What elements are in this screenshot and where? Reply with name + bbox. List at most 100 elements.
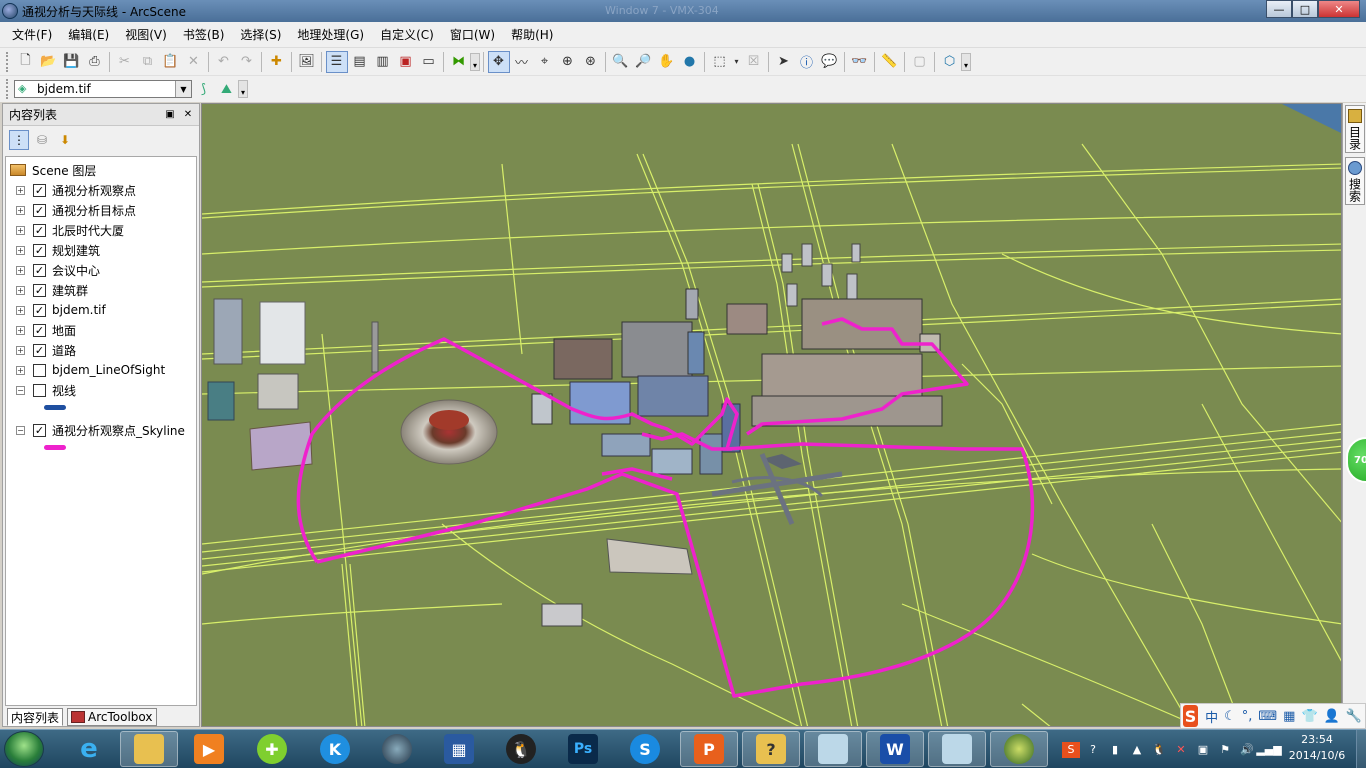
layer-row[interactable]: + ✓ 通视分析目标点 — [6, 200, 136, 220]
arcscene-app-icon[interactable] — [2, 3, 18, 19]
layer-visibility-checkbox[interactable] — [33, 363, 46, 377]
taskbar-kugou[interactable]: K — [306, 731, 364, 767]
layer-visibility-checkbox[interactable]: ✓ — [33, 423, 46, 437]
menu-view[interactable]: 视图(V) — [117, 24, 175, 46]
catalog-window-icon[interactable]: ▤ — [349, 51, 371, 73]
toolbar-overflow-chevron-icon[interactable]: ▾ — [961, 52, 971, 71]
sogou-ime-logo-icon[interactable]: S — [1183, 705, 1199, 727]
start-button[interactable] — [4, 731, 44, 767]
taskbar-media[interactable]: ▶ — [180, 731, 238, 767]
taskbar-app-a[interactable] — [804, 731, 862, 767]
layer-visibility-checkbox[interactable]: ✓ — [33, 323, 46, 337]
volume-icon[interactable]: 🔊 — [1238, 742, 1256, 758]
list-by-drawing-order-icon[interactable]: ⋮ — [9, 130, 29, 150]
menu-edit[interactable]: 编辑(E) — [60, 24, 117, 46]
interpolate-line-icon[interactable]: ⟆ — [193, 78, 215, 100]
layer-row[interactable]: + ✓ 会议中心 — [6, 260, 100, 280]
layer-visibility-checkbox[interactable]: ✓ — [33, 283, 46, 297]
expand-icon[interactable]: + — [16, 245, 25, 255]
skin-shirt-icon[interactable]: 👕 — [1301, 709, 1317, 724]
skyline-legend-swatch[interactable] — [44, 445, 66, 450]
taskbar-photoshop[interactable]: Ps — [554, 731, 612, 767]
layer-row[interactable]: + ✓ bjdem.tif — [6, 300, 106, 320]
grid-icon[interactable]: ▦ — [1283, 709, 1295, 724]
show-desktop-button[interactable] — [1356, 730, 1366, 768]
pan-hand-icon[interactable]: ✋ — [656, 51, 678, 73]
identify-info-icon[interactable]: ⓘ — [796, 51, 818, 73]
toolbar-overflow-chevron-icon[interactable]: ▾ — [470, 52, 480, 71]
layer-visibility-checkbox[interactable]: ✓ — [33, 243, 46, 257]
ime-mode-chinese[interactable]: 中 — [1205, 707, 1218, 726]
3d-effects-icon[interactable]: ⬡ — [939, 51, 961, 73]
line-of-sight-icon[interactable]: ⛰ — [216, 78, 238, 100]
taskbar-video[interactable]: ▦ — [430, 731, 488, 767]
taskbar-arcscene[interactable] — [990, 731, 1048, 767]
menu-customize[interactable]: 自定义(C) — [372, 24, 442, 46]
new-document-icon[interactable]: 🗋 — [15, 51, 37, 73]
full-extent-globe-icon[interactable]: ● — [679, 51, 701, 73]
expand-icon[interactable]: + — [16, 225, 25, 235]
layer-row[interactable]: + bjdem_LineOfSight — [6, 360, 165, 380]
maximize-button[interactable]: □ — [1292, 0, 1318, 18]
zoom-to-target-icon[interactable]: ⊕ — [557, 51, 579, 73]
battery-tray-icon[interactable]: ▮ — [1106, 742, 1124, 758]
layer-row[interactable]: + ✓ 北辰时代大厦 — [6, 220, 124, 240]
cut-icon[interactable]: ✂ — [114, 51, 136, 73]
taskbar-sogou[interactable]: S — [616, 731, 674, 767]
toolbar-grip[interactable] — [6, 51, 10, 72]
target-center-icon[interactable]: ⌖ — [534, 51, 556, 73]
list-by-source-icon[interactable]: ⛁ — [32, 130, 52, 150]
clear-selection-icon[interactable]: ☒ — [743, 51, 765, 73]
pin-icon[interactable]: ▣ — [163, 108, 177, 122]
sight-line-legend-swatch[interactable] — [44, 405, 66, 410]
taskbar-app-b[interactable] — [928, 731, 986, 767]
scene-render[interactable] — [202, 104, 1342, 727]
layer-visibility-checkbox[interactable] — [33, 383, 46, 397]
expand-icon[interactable]: + — [16, 305, 25, 315]
collapse-icon[interactable]: − — [16, 425, 25, 435]
layer-visibility-checkbox[interactable]: ✓ — [33, 343, 46, 357]
expand-icon[interactable]: + — [16, 185, 25, 195]
scene-document-icon[interactable]: 🖼 — [296, 51, 318, 73]
system-clock[interactable]: 23:54 2014/10/6 — [1282, 732, 1352, 764]
taskbar-powerpoint[interactable]: P — [680, 731, 738, 767]
settings-wrench-icon[interactable]: 🔧 — [1346, 709, 1362, 724]
layer-row[interactable]: − ✓ 通视分析观察点_Skyline — [6, 420, 185, 440]
minimize-button[interactable]: — — [1266, 0, 1292, 18]
select-elements-arrow-icon[interactable]: ➤ — [773, 51, 795, 73]
menu-help[interactable]: 帮助(H) — [503, 24, 561, 46]
tray-expand-icon[interactable]: ▲ — [1128, 742, 1146, 758]
save-icon[interactable]: 💾 — [61, 51, 83, 73]
punctuation-icon[interactable]: °, — [1242, 709, 1253, 724]
layer-visibility-checkbox[interactable]: ✓ — [33, 263, 46, 277]
menu-bookmarks[interactable]: 书签(B) — [175, 24, 233, 46]
layer-row[interactable]: − 视线 — [6, 380, 76, 400]
tab-catalog[interactable]: 目录 — [1345, 105, 1365, 153]
measure-icon[interactable]: 📏 — [879, 51, 901, 73]
expand-icon[interactable]: + — [16, 265, 25, 275]
qq-tray-icon[interactable]: 🐧 — [1150, 742, 1168, 758]
expand-icon[interactable]: + — [16, 345, 25, 355]
layer-visibility-checkbox[interactable]: ✓ — [33, 203, 46, 217]
find-binoculars-icon[interactable]: 👓 — [849, 51, 871, 73]
expand-icon[interactable]: + — [16, 205, 25, 215]
taskbar-globe[interactable] — [368, 731, 426, 767]
html-popup-icon[interactable]: 💬 — [819, 51, 841, 73]
toolbar-grip[interactable] — [6, 79, 10, 99]
expand-icon[interactable]: + — [16, 325, 25, 335]
layer-visibility-checkbox[interactable]: ✓ — [33, 223, 46, 237]
tab-arctoolbox[interactable]: ArcToolbox — [67, 708, 157, 726]
scene-layers-root[interactable]: Scene 图层 — [6, 160, 96, 180]
layer-row[interactable]: + ✓ 通视分析观察点 — [6, 180, 136, 200]
set-observer-icon[interactable]: ⊛ — [580, 51, 602, 73]
layer-visibility-checkbox[interactable]: ✓ — [33, 183, 46, 197]
python-window-icon[interactable]: ▭ — [418, 51, 440, 73]
user-icon[interactable]: 👤 — [1324, 709, 1340, 724]
sogou-tray-icon[interactable]: S — [1062, 741, 1080, 758]
layer-visibility-checkbox[interactable]: ✓ — [33, 303, 46, 317]
device-tray-icon[interactable]: ▣ — [1194, 742, 1212, 758]
taskbar-qq[interactable]: 🐧 — [492, 731, 550, 767]
add-data-icon[interactable]: ✚ — [266, 51, 288, 73]
taskbar-360[interactable]: ✚ — [243, 731, 301, 767]
scene-3d-view[interactable] — [201, 103, 1342, 727]
